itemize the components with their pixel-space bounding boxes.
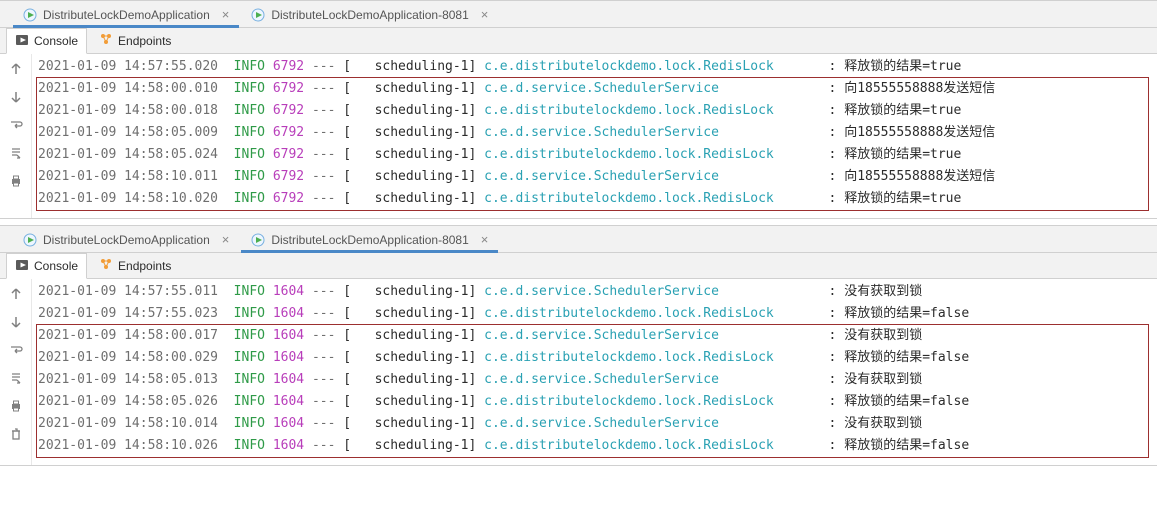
print-icon[interactable]	[7, 172, 25, 190]
print-icon[interactable]	[7, 397, 25, 415]
log-line: 2021-01-09 14:58:05.013 INFO 1604 --- [ …	[38, 369, 1151, 391]
subtab-label: Console	[34, 259, 78, 273]
scroll-down-icon[interactable]	[7, 313, 25, 331]
subtab-label: Endpoints	[118, 259, 171, 273]
subtab-console[interactable]: Console	[6, 253, 87, 279]
log-line: 2021-01-09 14:57:55.020 INFO 6792 --- [ …	[38, 56, 1151, 78]
log-line: 2021-01-09 14:58:10.014 INFO 1604 --- [ …	[38, 413, 1151, 435]
soft-wrap-icon[interactable]	[7, 341, 25, 359]
close-icon[interactable]: ×	[481, 8, 489, 21]
close-icon[interactable]: ×	[222, 233, 230, 246]
tab-distributelockdemoapplication-8081[interactable]: DistributeLockDemoApplication-8081 ×	[240, 226, 499, 252]
log-line: 2021-01-09 14:58:00.018 INFO 6792 --- [ …	[38, 100, 1151, 122]
log-line: 2021-01-09 14:58:10.011 INFO 6792 --- [ …	[38, 166, 1151, 188]
subtab-endpoints[interactable]: Endpoints	[91, 253, 179, 279]
trash-icon[interactable]	[7, 425, 25, 443]
log-line: 2021-01-09 14:58:05.024 INFO 6792 --- [ …	[38, 144, 1151, 166]
run-config-tabs: DistributeLockDemoApplication × Distribu…	[0, 226, 1157, 253]
run-icon	[23, 8, 37, 22]
endpoints-icon	[99, 32, 113, 49]
run-pane-top: DistributeLockDemoApplication × Distribu…	[0, 0, 1157, 219]
run-config-tabs: DistributeLockDemoApplication × Distribu…	[0, 1, 1157, 28]
log-line: 2021-01-09 14:58:05.026 INFO 1604 --- [ …	[38, 391, 1151, 413]
console-body: 2021-01-09 14:57:55.020 INFO 6792 --- [ …	[0, 54, 1157, 218]
log-line: 2021-01-09 14:58:00.017 INFO 1604 --- [ …	[38, 325, 1151, 347]
run-icon	[251, 233, 265, 247]
scroll-up-icon[interactable]	[7, 285, 25, 303]
subtab-label: Endpoints	[118, 34, 171, 48]
log-line: 2021-01-09 14:58:10.020 INFO 6792 --- [ …	[38, 188, 1151, 210]
subtab-console[interactable]: Console	[6, 28, 87, 54]
soft-wrap-icon[interactable]	[7, 116, 25, 134]
tab-label: DistributeLockDemoApplication-8081	[271, 8, 468, 22]
console-body: 2021-01-09 14:57:55.011 INFO 1604 --- [ …	[0, 279, 1157, 465]
gutter-toolbar	[0, 54, 32, 218]
log-line: 2021-01-09 14:58:10.026 INFO 1604 --- [ …	[38, 435, 1151, 457]
console-output[interactable]: 2021-01-09 14:57:55.020 INFO 6792 --- [ …	[32, 54, 1157, 218]
console-output[interactable]: 2021-01-09 14:57:55.011 INFO 1604 --- [ …	[32, 279, 1157, 465]
tool-tabs: Console Endpoints	[0, 28, 1157, 54]
console-icon	[15, 33, 29, 50]
console-icon	[15, 258, 29, 275]
close-icon[interactable]: ×	[222, 8, 230, 21]
log-line: 2021-01-09 14:58:05.009 INFO 6792 --- [ …	[38, 122, 1151, 144]
tab-distributelockdemoapplication-8081[interactable]: DistributeLockDemoApplication-8081 ×	[240, 1, 499, 27]
log-line: 2021-01-09 14:58:00.029 INFO 1604 --- [ …	[38, 347, 1151, 369]
run-icon	[251, 8, 265, 22]
gutter-toolbar	[0, 279, 32, 465]
tab-distributelockdemoapplication[interactable]: DistributeLockDemoApplication ×	[12, 1, 240, 27]
log-line: 2021-01-09 14:58:00.010 INFO 6792 --- [ …	[38, 78, 1151, 100]
run-icon	[23, 233, 37, 247]
subtab-endpoints[interactable]: Endpoints	[91, 28, 179, 54]
scroll-to-end-icon[interactable]	[7, 144, 25, 162]
subtab-label: Console	[34, 34, 78, 48]
tool-tabs: Console Endpoints	[0, 253, 1157, 279]
scroll-down-icon[interactable]	[7, 88, 25, 106]
tab-label: DistributeLockDemoApplication	[43, 233, 210, 247]
close-icon[interactable]: ×	[481, 233, 489, 246]
log-line: 2021-01-09 14:57:55.011 INFO 1604 --- [ …	[38, 281, 1151, 303]
tab-distributelockdemoapplication[interactable]: DistributeLockDemoApplication ×	[12, 226, 240, 252]
tab-label: DistributeLockDemoApplication-8081	[271, 233, 468, 247]
log-line: 2021-01-09 14:57:55.023 INFO 1604 --- [ …	[38, 303, 1151, 325]
scroll-to-end-icon[interactable]	[7, 369, 25, 387]
run-pane-bottom: DistributeLockDemoApplication × Distribu…	[0, 225, 1157, 466]
scroll-up-icon[interactable]	[7, 60, 25, 78]
tab-label: DistributeLockDemoApplication	[43, 8, 210, 22]
endpoints-icon	[99, 257, 113, 274]
